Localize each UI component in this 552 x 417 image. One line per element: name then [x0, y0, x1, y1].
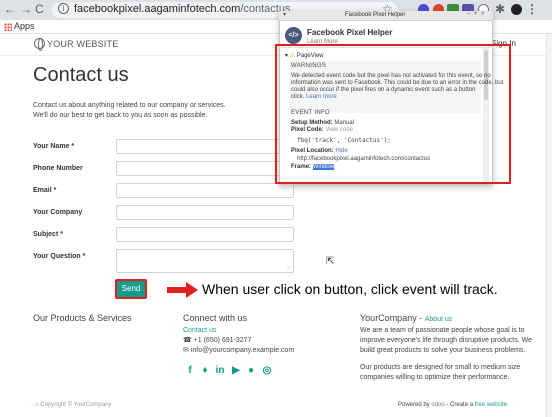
name-label: Your Name * — [33, 143, 75, 150]
site-logo[interactable]: YOUR WEBSITE — [47, 39, 118, 49]
puzzle-icon[interactable]: ✱ — [495, 2, 505, 16]
linkedin-icon[interactable]: in — [214, 365, 226, 376]
odoo-link[interactable]: odoo — [431, 402, 444, 408]
close-icon[interactable]: × — [481, 11, 485, 17]
question-textarea[interactable] — [116, 249, 294, 273]
phone-field[interactable] — [116, 161, 294, 176]
highlight-box — [275, 44, 511, 184]
intro-text: Contact us about anything related to our… — [33, 102, 226, 109]
reload-icon[interactable]: C — [35, 2, 44, 16]
powered-by: Powered by odoo - Create a free website — [398, 402, 508, 408]
footer-phone: ☎ +1 (650) 691-3277 — [183, 337, 252, 344]
about-link[interactable]: About us — [425, 316, 453, 323]
annotation-arrow — [167, 287, 187, 293]
company-field[interactable] — [116, 205, 294, 220]
popup-menu-icon[interactable]: ▾ — [283, 11, 286, 18]
twitter-icon[interactable]: ♦ — [199, 365, 211, 376]
footer-email: ✉ info@yourcompany.example.com — [183, 347, 295, 354]
about-text: improve everyone's life through disrupti… — [360, 337, 533, 344]
company-label: Your Company — [33, 209, 83, 216]
annotation-arrow-head — [186, 282, 198, 298]
facebook-icon[interactable]: f — [184, 365, 196, 376]
name-field[interactable] — [116, 139, 294, 154]
menu-icon[interactable]: ⋮ — [526, 2, 538, 16]
products-title: Our Products & Services — [33, 313, 132, 323]
phone-icon: ☎ — [183, 337, 194, 344]
popup-window-title: Facebook Pixel Helper — [345, 12, 406, 18]
contact-link[interactable]: Contact us — [183, 326, 216, 336]
minimize-icon[interactable]: – — [467, 11, 470, 17]
annotation-text: When user click on button, click event w… — [202, 281, 498, 297]
envelope-icon: ✉ — [183, 347, 191, 354]
subject-label: Subject * — [33, 231, 63, 238]
phone-label: Phone Number — [33, 165, 83, 172]
about-text: build great products to solve your busin… — [360, 347, 526, 354]
instagram-icon[interactable]: ◎ — [261, 365, 273, 376]
apps-grid-icon[interactable] — [4, 23, 12, 31]
email-label: Email * — [33, 187, 57, 194]
connect-title: Connect with us — [183, 313, 248, 323]
resize-handle-icon[interactable]: ⟋ — [287, 266, 291, 273]
email-field[interactable] — [116, 183, 294, 198]
url-text[interactable]: facebookpixel.aagaminfotech.com/contactu… — [74, 3, 290, 15]
about-title: YourCompany - About us — [360, 313, 453, 323]
copyright: ⌂ Copyright © YourCompany — [35, 402, 112, 408]
about-text: Our products are designed for small to m… — [360, 364, 521, 371]
site-info-icon[interactable]: i — [58, 3, 69, 14]
youtube-icon[interactable]: ▶ — [230, 365, 242, 376]
globe-icon — [34, 38, 45, 51]
question-label: Your Question * — [33, 253, 86, 260]
github-icon[interactable]: ● — [245, 365, 257, 376]
pixel-helper-name: Facebook Pixel Helper — [307, 28, 393, 37]
intro-text: We'll do our best to get back to you as … — [33, 112, 208, 119]
free-website-link[interactable]: free website — [475, 402, 507, 408]
page-scrollbar[interactable] — [546, 34, 552, 417]
maximize-icon[interactable]: + — [474, 11, 478, 17]
forward-icon[interactable]: → — [20, 2, 32, 16]
back-icon[interactable]: ← — [4, 2, 16, 16]
about-text: companies willing to optimize their perf… — [360, 374, 510, 381]
subject-field[interactable] — [116, 227, 294, 242]
pixel-helper-logo-icon: </> — [285, 27, 302, 44]
send-button[interactable]: Send — [115, 279, 147, 299]
page-title: Contact us — [33, 64, 129, 86]
apps-bookmark[interactable]: Apps — [14, 21, 35, 31]
about-text: We are a team of passionate people whose… — [360, 327, 525, 334]
mouse-cursor-icon: ⇱ — [326, 256, 335, 267]
avatar[interactable] — [511, 4, 522, 15]
